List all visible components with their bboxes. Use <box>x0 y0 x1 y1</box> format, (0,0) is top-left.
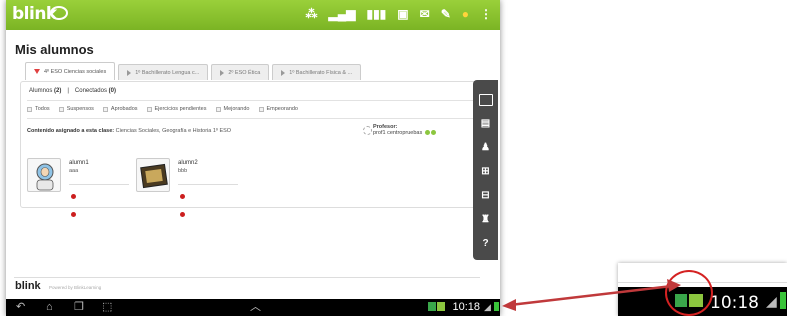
stage: blink ⁂ ▂▄▆ ▮▮▮ ▣ ✉ ✎ ● ⋮ Mis alumnos 4º… <box>0 0 787 316</box>
double-arrow <box>502 279 681 311</box>
